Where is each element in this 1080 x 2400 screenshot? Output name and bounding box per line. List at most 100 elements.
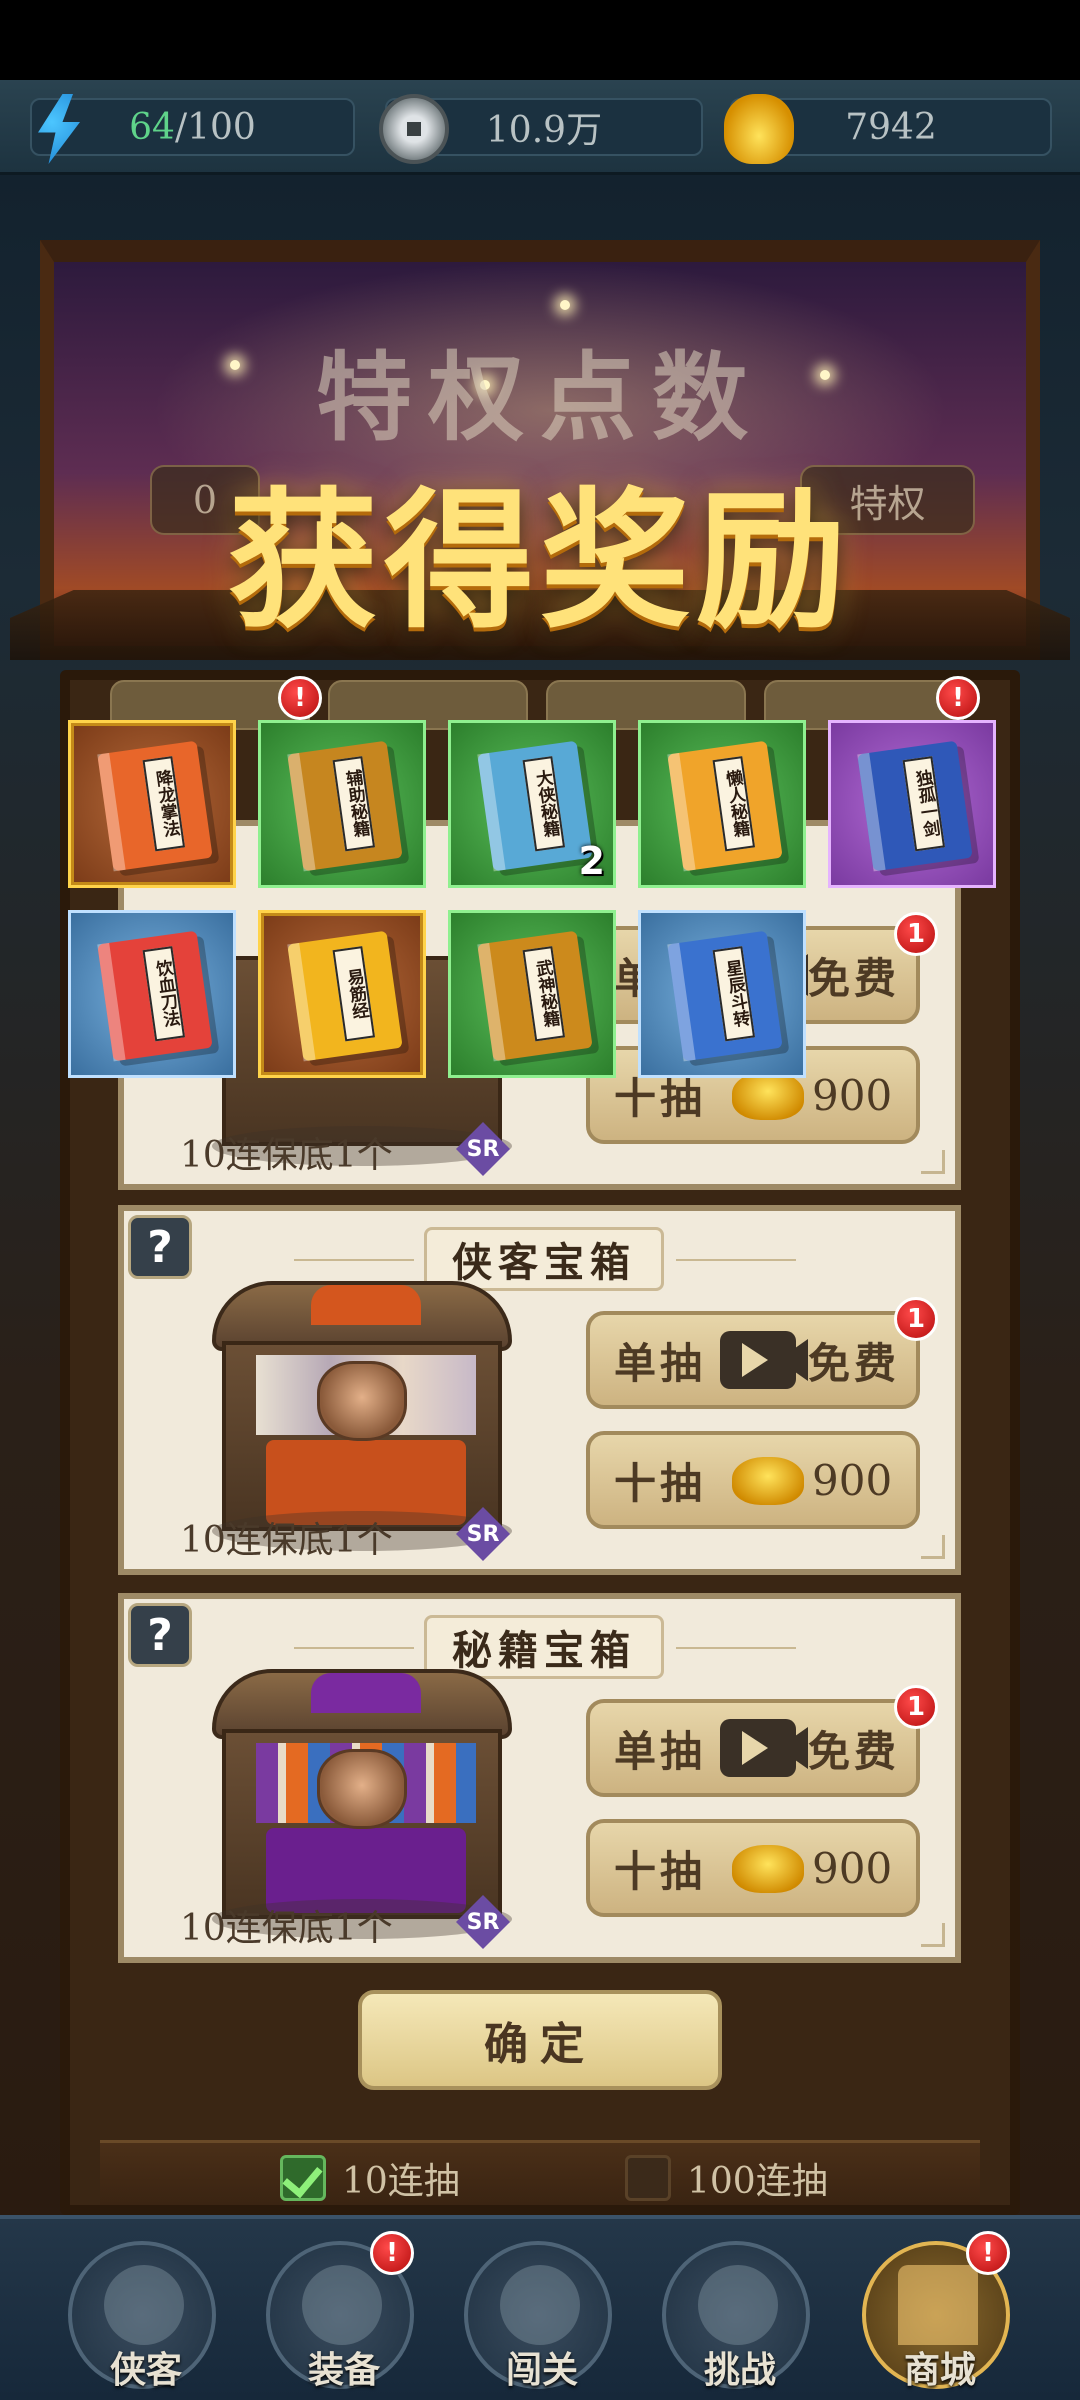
guarantee-text: 10连保底1个	[180, 1135, 393, 1176]
video-ad-icon	[720, 1719, 796, 1777]
reward-item[interactable]: 大侠秘籍 2	[448, 720, 616, 888]
bottom-nav: 侠客 装备 ! 闯关 挑战 商城 !	[0, 2215, 1080, 2400]
chest-card-manual: ? 秘籍宝箱 10连保底1个 SR 单抽 免费 1 十抽 900	[118, 1593, 961, 1963]
lightning-icon	[38, 94, 80, 164]
nav-shop[interactable]: 商城 !	[862, 2231, 1010, 2391]
armor-icon	[302, 2265, 382, 2345]
chest-lid-band	[311, 1285, 421, 1325]
manual-book-icon: 大侠秘籍	[477, 740, 593, 872]
gold-value: 7942	[845, 106, 937, 148]
corner-ornament	[921, 1535, 945, 1559]
nav-stages[interactable]: 闯关	[464, 2241, 612, 2391]
book-title: 辅助秘籍	[332, 756, 376, 852]
single-draw-button[interactable]: 单抽 免费 1	[586, 1685, 938, 1797]
book-title: 饮血刀法	[142, 946, 186, 1042]
nav-challenge[interactable]: 挑战	[662, 2241, 810, 2391]
book-title: 懒人秘籍	[712, 756, 756, 852]
title-ornament-right	[676, 1259, 796, 1261]
manual-book-icon: 星辰斗转	[667, 930, 783, 1062]
reward-item[interactable]: 降龙掌法	[68, 720, 236, 888]
resource-bar: 64/100 10.9万 7942	[0, 80, 1080, 175]
energy-current: 64	[129, 106, 175, 148]
draw-count-options: 10连抽 100连抽	[100, 2140, 980, 2205]
chest-lion-face	[317, 1749, 407, 1829]
ten-draw-toggle[interactable]: 10连抽	[280, 2153, 460, 2203]
single-draw-label: 单抽	[614, 1338, 707, 1388]
reward-banner: 特权点数 0 特权 获得奖励	[0, 240, 1080, 670]
reward-item[interactable]: 饮血刀法	[68, 910, 236, 1078]
free-draw-count-badge: 1	[894, 1297, 938, 1341]
help-icon[interactable]: ?	[128, 1215, 192, 1279]
demon-mask-icon	[698, 2265, 778, 2345]
item-count: 2	[578, 839, 605, 883]
ten-draw-label: 十抽	[614, 1846, 707, 1896]
ten-draw-button[interactable]: 十抽 900	[586, 1431, 920, 1529]
nav-label: 闯关	[505, 2349, 578, 2391]
free-label: 免费	[808, 1338, 901, 1388]
reward-item[interactable]: 独孤一剑	[828, 720, 996, 888]
energy-counter[interactable]: 64/100	[30, 94, 355, 164]
copper-coin-icon	[379, 94, 449, 164]
toggle-label: 100连抽	[687, 2161, 828, 2202]
chest-lion-face	[317, 1361, 407, 1441]
title-ornament-right	[676, 1647, 796, 1649]
corner-ornament	[921, 1923, 945, 1947]
book-title: 独孤一剑	[902, 756, 946, 852]
coin-value: 10.9万	[485, 110, 603, 151]
nav-alert-badge: !	[966, 2231, 1010, 2275]
shop-gate-icon	[898, 2265, 978, 2345]
chest-card-hero: ? 侠客宝箱 10连保底1个 SR 单抽 免费 1 十抽 900	[118, 1205, 961, 1575]
reward-item[interactable]: 星辰斗转	[638, 910, 806, 1078]
tab-alert-badge: !	[936, 676, 980, 720]
gold-counter[interactable]: 7942	[724, 94, 1052, 164]
help-icon[interactable]: ?	[128, 1603, 192, 1667]
guarantee-text: 10连保底1个	[180, 1908, 393, 1949]
status-bar	[0, 0, 1080, 80]
free-draw-count-badge: 1	[894, 1685, 938, 1729]
hundred-draw-toggle[interactable]: 100连抽	[625, 2153, 828, 2203]
coin-counter[interactable]: 10.9万	[379, 94, 703, 164]
nav-equipment[interactable]: 装备 !	[266, 2231, 414, 2391]
gold-ingot-icon	[724, 94, 794, 164]
checkbox-empty-icon	[625, 2155, 671, 2201]
nav-alert-badge: !	[370, 2231, 414, 2275]
manual-book-icon: 易筋经	[287, 930, 403, 1062]
free-label: 免费	[808, 1726, 901, 1776]
confirm-button[interactable]: 确定	[358, 1990, 722, 2090]
ten-draw-button[interactable]: 十抽 900	[586, 1819, 920, 1917]
single-draw-button[interactable]: 单抽 免费 1	[586, 1297, 938, 1409]
book-title: 降龙掌法	[142, 756, 186, 852]
corner-ornament	[921, 1150, 945, 1174]
reward-title: 获得奖励	[227, 473, 852, 649]
tab-alert-badge: !	[278, 676, 322, 720]
manual-book-icon: 降龙掌法	[97, 740, 213, 872]
ten-draw-price: 900	[812, 1455, 893, 1505]
book-title: 星辰斗转	[712, 946, 756, 1042]
book-title: 武神秘籍	[522, 946, 566, 1042]
hero-icon	[104, 2265, 184, 2345]
nav-label: 侠客	[109, 2349, 182, 2391]
manual-book-icon: 懒人秘籍	[667, 740, 783, 872]
manual-book-icon: 独孤一剑	[857, 740, 973, 872]
nav-label: 装备	[307, 2349, 380, 2391]
gold-ingot-icon	[732, 1457, 804, 1505]
ten-draw-price: 900	[812, 1843, 893, 1893]
toggle-label: 10连抽	[342, 2161, 460, 2202]
reward-item[interactable]: 辅助秘籍	[258, 720, 426, 888]
book-title: 易筋经	[332, 946, 376, 1042]
reward-item[interactable]: 武神秘籍	[448, 910, 616, 1078]
gold-ingot-icon	[732, 1845, 804, 1893]
nav-label: 挑战	[703, 2349, 776, 2391]
guarantee-text: 10连保底1个	[180, 1520, 393, 1561]
nav-heroes[interactable]: 侠客	[68, 2241, 216, 2391]
reward-items-grid: 降龙掌法 辅助秘籍 大侠秘籍 2 懒人秘籍 独孤一剑 饮血刀法 易筋经 武神秘籍…	[68, 720, 1008, 1080]
reward-item[interactable]: 懒人秘籍	[638, 720, 806, 888]
reward-item[interactable]: 易筋经	[258, 910, 426, 1078]
single-draw-label: 单抽	[614, 1726, 707, 1776]
sword-icon	[500, 2265, 580, 2345]
title-ornament-left	[294, 1259, 414, 1261]
manual-book-icon: 饮血刀法	[97, 930, 213, 1062]
energy-max: 100	[187, 106, 256, 148]
manual-book-icon: 辅助秘籍	[287, 740, 403, 872]
nav-label: 商城	[903, 2349, 976, 2391]
